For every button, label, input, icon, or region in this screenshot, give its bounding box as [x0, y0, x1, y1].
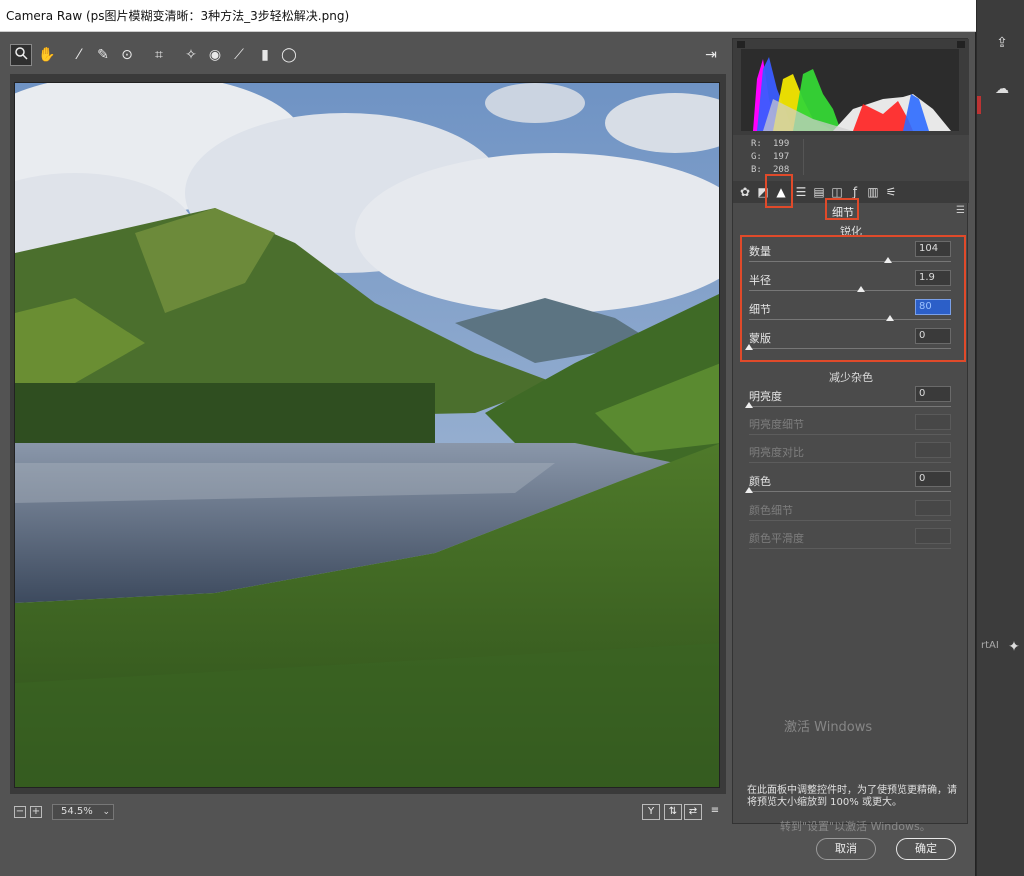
luminance-label: 明亮度: [749, 390, 782, 403]
luminance-control: 明亮度 0: [745, 386, 953, 416]
luminance-slider[interactable]: [749, 406, 951, 407]
tab-calibration-icon[interactable]: ▥: [865, 183, 881, 201]
host-marker: [977, 96, 981, 114]
creative-cloud-icon[interactable]: ☁: [989, 78, 1015, 100]
luminance-detail-field: [915, 414, 951, 430]
tab-hsl-icon[interactable]: ☰: [793, 183, 809, 201]
ok-button[interactable]: 确定: [896, 838, 956, 860]
r-value: 199: [773, 139, 790, 149]
tab-basic-icon[interactable]: ✿: [737, 183, 753, 201]
view-settings-button[interactable]: ≡: [706, 804, 724, 820]
preview-note: 在此面板中调整控件时，为了使预览更精确，请将预览大小缩放到 100% 或更大。: [747, 785, 957, 808]
cancel-button[interactable]: 取消: [816, 838, 876, 860]
zoom-tool-icon[interactable]: [10, 44, 32, 66]
adjustment-brush-icon[interactable]: ⟋: [228, 44, 250, 66]
host-app-sidebar: ⇪ ☁ rtAI ✦: [976, 0, 1024, 876]
shadow-clip-icon: [737, 41, 745, 48]
chevron-down-icon: ⌄: [102, 807, 110, 817]
preview-area[interactable]: [10, 74, 726, 794]
color-smoothness-label: 颜色平滑度: [749, 532, 804, 545]
windows-activation-watermark: 激活 Windows: [784, 720, 873, 735]
divider: [803, 139, 804, 175]
color-detail-label: 颜色细节: [749, 504, 793, 517]
spot-removal-icon[interactable]: ✧: [180, 44, 202, 66]
color-detail-slider: [749, 520, 951, 521]
magic-wand-icon[interactable]: ✦: [1001, 636, 1024, 658]
tool-bar: ✋ ⁄ ✎ ⊙ ⌗ ✧ ◉ ⟋ ▮ ◯ ⇥: [10, 42, 726, 68]
luminance-contrast-field: [915, 442, 951, 458]
host-side-label: rtAI: [981, 640, 999, 651]
luminance-contrast-label: 明亮度对比: [749, 446, 804, 459]
luminance-field[interactable]: 0: [915, 386, 951, 402]
share-icon[interactable]: ⇪: [989, 32, 1015, 54]
luminance-contrast-control: 明亮度对比: [747, 442, 953, 472]
windows-activation-hint: 转到"设置"以激活 Windows。: [780, 820, 931, 833]
radial-filter-icon[interactable]: ◯: [278, 44, 300, 66]
noise-reduction-title: 减少杂色: [829, 371, 873, 384]
red-eye-icon[interactable]: ◉: [204, 44, 226, 66]
graduated-filter-icon[interactable]: ▮: [254, 44, 276, 66]
status-bar: − + 54.5% ⌄ Y ⇅ ⇄ ≡: [10, 802, 726, 824]
window-title: Camera Raw (ps图片模糊变清晰：3种方法_3步轻松解决.png): [0, 0, 976, 32]
color-smoothness-control: 颜色平滑度: [747, 528, 953, 558]
preview-image: [14, 82, 720, 788]
zoom-level-value: 54.5%: [61, 806, 93, 817]
color-detail-field: [915, 500, 951, 516]
zoom-in-button[interactable]: +: [30, 806, 42, 818]
g-label: G:: [751, 152, 762, 162]
swap-settings-button[interactable]: ⇅: [664, 804, 682, 820]
color-smoothness-slider: [749, 548, 951, 549]
highlight-sharpen-controls: [740, 235, 966, 362]
color-sampler-icon[interactable]: ✎: [92, 44, 114, 66]
target-adjust-icon[interactable]: ⊙: [116, 44, 138, 66]
camera-raw-dialog: Camera Raw (ps图片模糊变清晰：3种方法_3步轻松解决.png) ✋…: [0, 0, 976, 876]
tab-presets-icon[interactable]: ⚟: [883, 183, 899, 201]
white-balance-icon[interactable]: ⁄: [68, 44, 90, 66]
color-field[interactable]: 0: [915, 471, 951, 487]
copy-settings-button[interactable]: ⇄: [684, 804, 702, 820]
before-after-y-button[interactable]: Y: [642, 804, 660, 820]
zoom-level-select[interactable]: 54.5% ⌄: [52, 804, 114, 820]
highlight-clip-icon: [957, 41, 965, 48]
g-value: 197: [773, 152, 790, 162]
open-preferences-icon[interactable]: ⇥: [700, 44, 722, 66]
luminance-contrast-slider: [749, 462, 951, 463]
r-label: R:: [751, 139, 762, 149]
panel-menu-icon[interactable]: ☰: [956, 205, 965, 216]
color-thumb[interactable]: [745, 487, 753, 493]
color-control: 颜色 0: [745, 471, 953, 501]
luminance-thumb[interactable]: [745, 402, 753, 408]
luminance-detail-control: 明亮度细节: [747, 414, 953, 444]
color-smoothness-field: [915, 528, 951, 544]
zoom-out-button[interactable]: −: [14, 806, 26, 818]
color-detail-control: 颜色细节: [747, 500, 953, 530]
highlight-detail-tab: [765, 174, 793, 208]
crop-tool-icon[interactable]: ⌗: [148, 44, 170, 66]
luminance-detail-label: 明亮度细节: [749, 418, 804, 431]
hand-tool-icon[interactable]: ✋: [36, 44, 58, 66]
luminance-detail-slider: [749, 434, 951, 435]
adjustment-panel: R: 199 G: 197 B: 208 ✿ ◩ ▲ ☰ ▤ ◫ ƒ ▥ ⚟ 细节 ☰…: [732, 38, 969, 824]
color-slider[interactable]: [749, 491, 951, 492]
highlight-panel-title: [825, 198, 859, 220]
histogram: [733, 39, 969, 135]
